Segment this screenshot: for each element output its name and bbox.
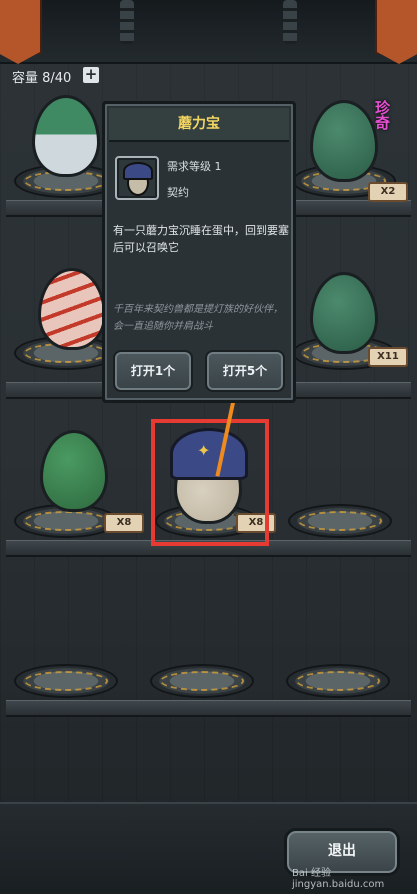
pedestal-r4c2 — [150, 664, 254, 698]
popup-title: 蘑力宝 — [109, 108, 289, 142]
top-decoration — [0, 0, 417, 64]
chain-right — [283, 0, 297, 44]
lore-text: 千百年来契约兽都是提灯族的好伙伴，会一直追随你并肩战斗 — [113, 304, 283, 332]
mini-hat-icon — [123, 162, 153, 180]
chain-left — [120, 0, 134, 44]
left-banner — [0, 0, 42, 64]
pedestal-r4c3 — [286, 664, 390, 698]
add-capacity-button[interactable]: + — [83, 67, 99, 83]
requirement-text: 需求等级 1 — [167, 160, 222, 173]
description-text: 有一只蘑力宝沉睡在蛋中，回到要塞后可以召唤它 — [113, 224, 289, 254]
egg-thumbnail — [115, 156, 159, 200]
highlight-box — [151, 419, 269, 546]
egg-count-badge: X11 — [368, 347, 408, 367]
pedestal-r3c3 — [288, 504, 392, 538]
open-five-button[interactable]: 打开5个 — [205, 350, 285, 392]
watermark: Bai 经验 jingyan.baidu.com — [292, 868, 385, 890]
capacity-label: 容量 8/40 — [12, 71, 72, 86]
egg-count-badge: X2 — [368, 182, 408, 202]
right-banner — [375, 0, 417, 64]
pedestal-r4c1 — [14, 664, 118, 698]
shelf-4 — [6, 700, 411, 717]
egg-count-badge: X8 — [104, 513, 144, 533]
egg-detail-popup: 蘑力宝 需求等级 1 契约 有一只蘑力宝沉睡在蛋中，回到要塞后可以召唤它 千百年… — [102, 101, 296, 403]
rare-badge: 珍奇 — [373, 100, 391, 130]
type-text: 契约 — [167, 186, 189, 199]
open-one-button[interactable]: 打开1个 — [113, 350, 193, 392]
